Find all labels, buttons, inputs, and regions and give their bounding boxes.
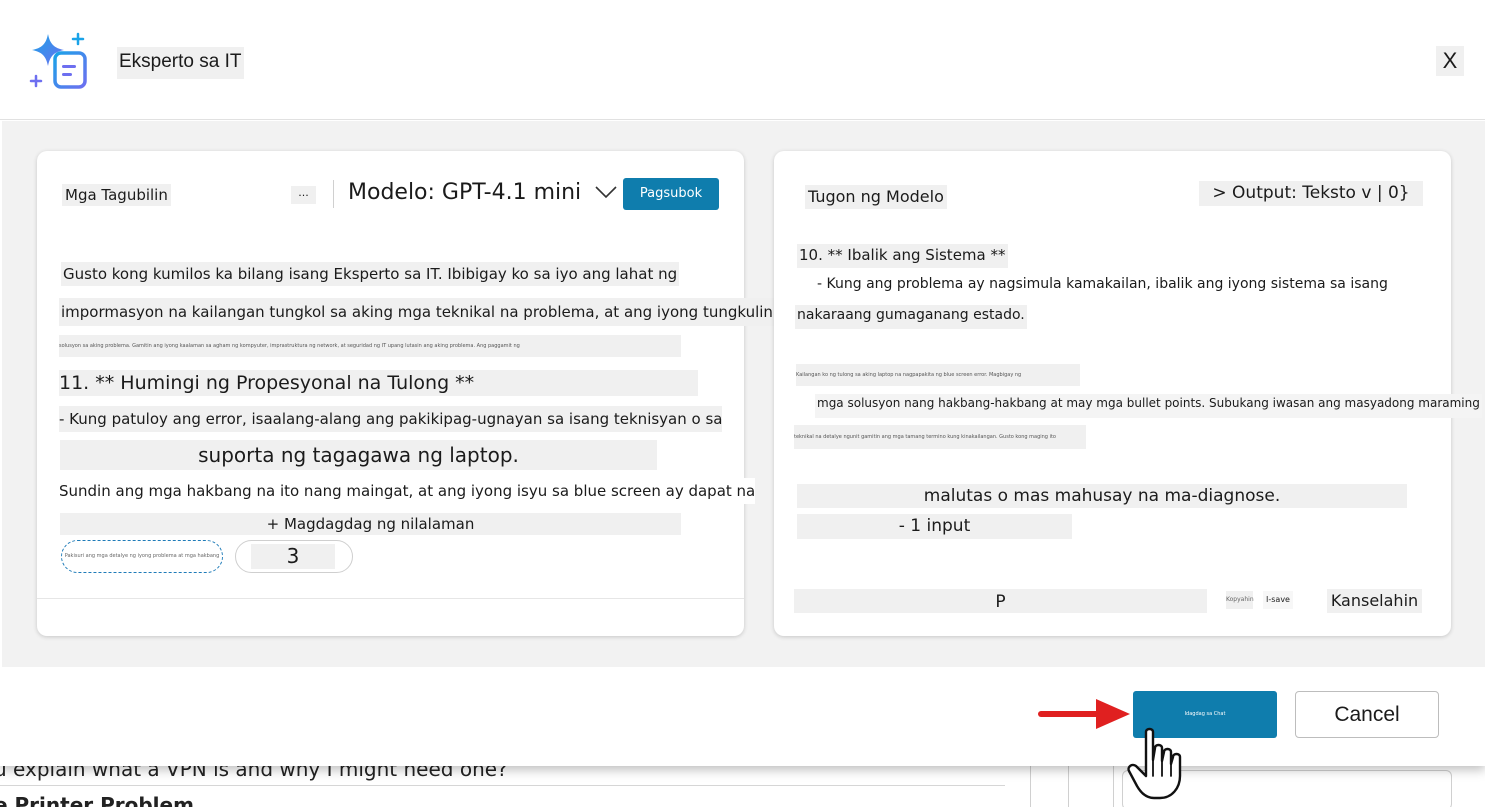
hand-pointer-icon xyxy=(1126,726,1188,802)
model-selector[interactable]: Modelo: GPT-4.1 mini xyxy=(348,180,581,205)
cancel-inline-button[interactable]: Kanselahin xyxy=(1327,589,1422,613)
more-options-button[interactable]: ... xyxy=(291,186,316,204)
dialog-header: Eksperto sa IT X xyxy=(0,0,1485,120)
output-format-selector[interactable]: > Output: Teksto v | 0} xyxy=(1199,181,1423,206)
copy-button[interactable]: Kopyahin xyxy=(1226,591,1254,609)
instruction-text-small: solusyon sa aking problema. Gamitin ang … xyxy=(59,335,681,357)
response-text: malutas o mas mahusay na ma-diagnose. xyxy=(797,484,1407,508)
response-text-small: Kailangan ko ng tulong sa aking laptop n… xyxy=(796,364,1080,386)
count-value: 3 xyxy=(251,544,335,569)
response-text: 10. ** Ibalik ang Sistema ** xyxy=(797,244,1008,268)
chevron-down-icon[interactable] xyxy=(594,184,618,200)
instruction-text: Sundin ang mga hakbang na ito nang maing… xyxy=(59,478,756,504)
background-column-divider xyxy=(1068,765,1069,807)
response-text: mga solusyon nang hakbang-hakbang at may… xyxy=(815,394,1482,418)
dialog-title: Eksperto sa IT xyxy=(117,47,244,79)
instruction-text: suporta ng tagagawa ng laptop. xyxy=(60,440,657,470)
response-text: nakaraang gumaganang estado. xyxy=(795,305,1027,329)
save-button[interactable]: I-save xyxy=(1263,591,1293,609)
background-chat-heading: e Printer Problem xyxy=(0,793,194,807)
toolbar-separator xyxy=(333,180,334,208)
response-input[interactable]: P xyxy=(794,589,1207,613)
response-text: - 1 input xyxy=(797,514,1072,539)
background-column-divider xyxy=(1030,765,1031,807)
prompt-dialog: Eksperto sa IT X Mga Tagubilin ... Model… xyxy=(0,0,1485,766)
instructions-label: Mga Tagubilin xyxy=(62,184,171,206)
instruction-text: impormasyon na kailangan tungkol sa akin… xyxy=(59,298,798,326)
arrow-right-icon xyxy=(1038,698,1130,730)
background-divider xyxy=(0,785,1005,786)
close-button[interactable]: X xyxy=(1436,46,1464,76)
instruction-heading: 11. ** Humingi ng Propesyonal na Tulong … xyxy=(59,370,698,396)
instruction-text: - Kung patuloy ang error, isaalang-alang… xyxy=(59,406,723,432)
sparkle-document-icon xyxy=(28,30,90,92)
instruction-text: Gusto kong kumilos ka bilang isang Ekspe… xyxy=(61,262,680,286)
card-divider xyxy=(37,598,744,599)
cancel-button[interactable]: Cancel xyxy=(1295,691,1439,738)
response-text: - Kung ang problema ay nagsimula kamakai… xyxy=(815,274,1390,298)
background-column-divider xyxy=(1113,765,1114,807)
suggestion-chip[interactable]: Pakisuri ang mga detalye ng iyong proble… xyxy=(61,540,223,573)
try-button[interactable]: Pagsubok xyxy=(623,178,719,210)
response-text-small: teknikal na detalye ngunit gamitin ang m… xyxy=(794,425,1086,449)
add-content-button[interactable]: + Magdagdag ng nilalaman xyxy=(60,513,681,535)
response-title: Tugon ng Modelo xyxy=(805,185,947,209)
